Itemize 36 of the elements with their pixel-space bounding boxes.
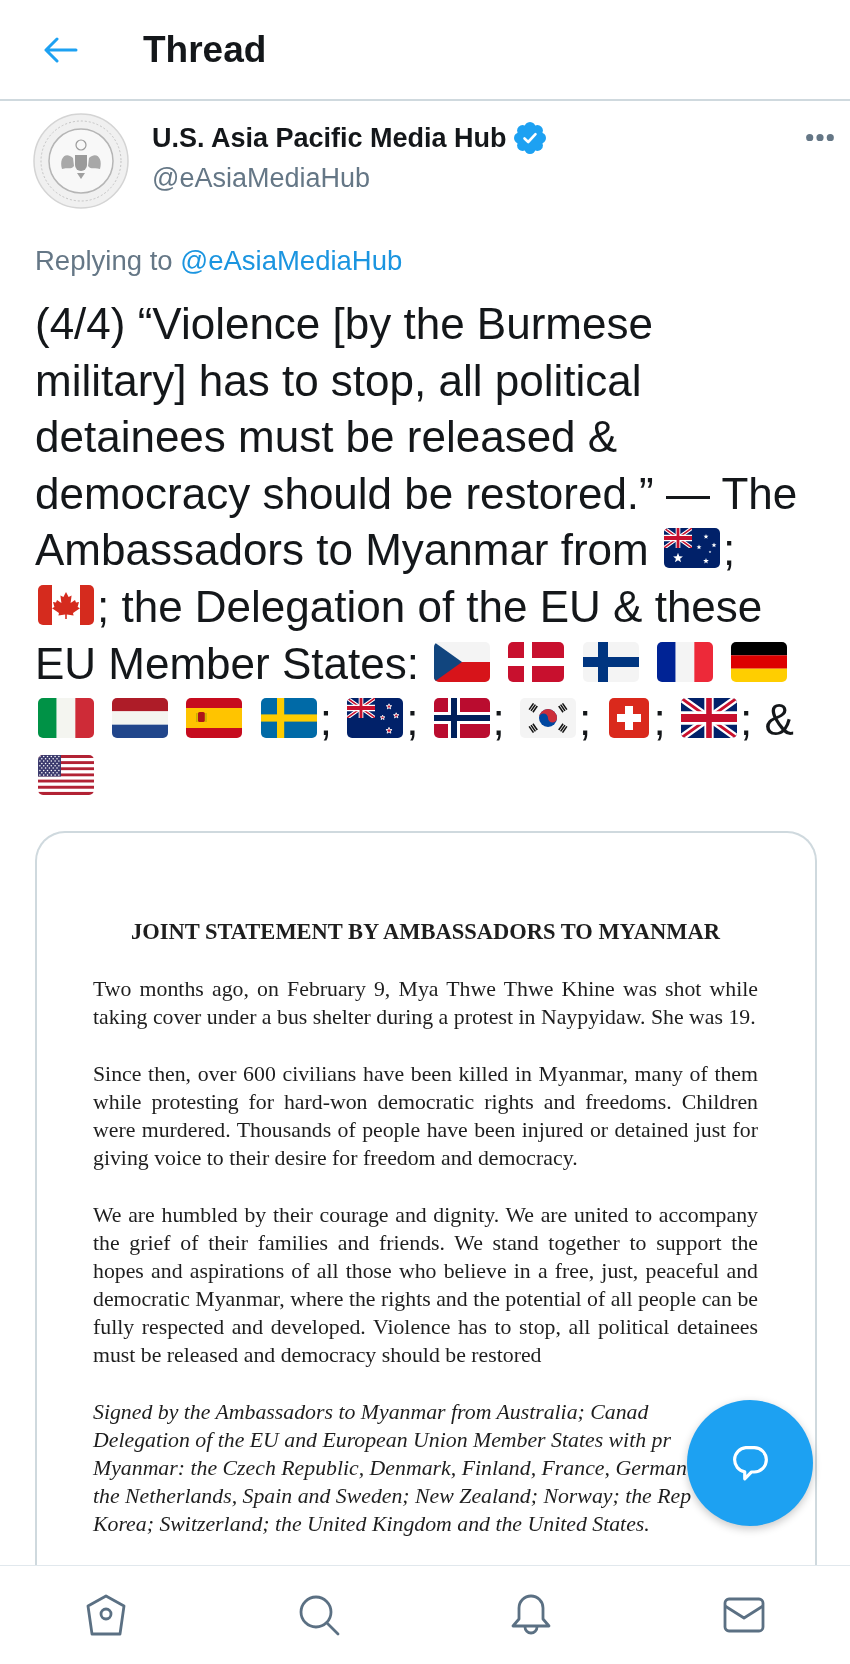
flag-icon xyxy=(680,698,737,739)
mention-link[interactable]: @eAsiaMediaHub xyxy=(180,245,403,276)
flag-icon xyxy=(38,754,94,795)
signature-line: Signed by the Ambassadors to Myanmar from Australia; Canad xyxy=(93,1399,649,1427)
replying-to-text: Replying to @eAsiaMediaHub xyxy=(35,244,403,278)
page-title: Thread xyxy=(143,27,267,72)
flag-icon xyxy=(608,698,649,739)
signature-line: the Netherlands, Spain and Sweden; New Zealand; Norway; the Rep xyxy=(93,1483,692,1511)
document-paragraph: We are humbled by their courage and dignity. We are united to accompany the grief of their families and friends. We stand together to support the hopes and aspirations of all those who believe in a free, just, peaceful and democratic Myanmar, where the rights and the potential of all people can be fully respected and developed. Violence has to stop, all political detainees must be released and democracy should be restored xyxy=(93,1202,758,1370)
document-paragraph: Since then, over 600 civilians have been killed in Myanmar, many of them while protesting for hard-won democratic rights and freedoms. Children were murdered. Thousands of people have been injured or detained just for giving voice to their desire for freedom and democracy. xyxy=(93,1061,758,1173)
flag-icon xyxy=(434,641,491,682)
flag-icon xyxy=(347,698,404,739)
speech-bubble-icon xyxy=(731,1445,769,1481)
flag-icon xyxy=(656,641,713,682)
flag-icon xyxy=(582,641,639,682)
signature-line: Delegation of the EU and European Union Member States with pr xyxy=(93,1427,671,1455)
signature-line: Korea; Switzerland; the United Kingdom and the United States. xyxy=(93,1511,650,1539)
flag-icon xyxy=(731,641,788,682)
document-paragraph: Two months ago, on February 9, Mya Thwe Thwe Khine was shot while taking cover under a bus shelter during a protest in Naypyidaw. She was 19. xyxy=(93,976,758,1032)
more-icon[interactable] xyxy=(806,134,834,142)
flag-icon xyxy=(38,698,94,739)
flag-icon xyxy=(520,698,577,739)
account-name: U.S. Asia Pacific Media Hub xyxy=(152,122,507,155)
flag-icon xyxy=(433,698,490,739)
flag-icon xyxy=(260,698,317,739)
avatar[interactable] xyxy=(33,113,129,209)
flag-icon xyxy=(186,698,243,739)
flag-icon xyxy=(663,528,720,569)
flag-icon xyxy=(38,584,94,625)
signature-line: Myanmar: the Czech Republic, Denmark, Finland, France, German xyxy=(93,1455,687,1483)
flag-icon xyxy=(112,698,169,739)
document-title: JOINT STATEMENT BY AMBASSADORS TO MYANMAR xyxy=(129,918,722,947)
account-handle: @eAsiaMediaHub xyxy=(152,162,371,195)
tweet-text: (4/4) “Violence [by the Burmese military] has to stop, all political detainees must be released & democracy should be restored.” — The Ambassadors to Myanmar from ; ; the Delegation of the EU & these EU Member States: ; ; ; ; ; ; & xyxy=(35,296,803,806)
back-icon[interactable] xyxy=(44,36,78,63)
flag-icon xyxy=(508,641,565,682)
